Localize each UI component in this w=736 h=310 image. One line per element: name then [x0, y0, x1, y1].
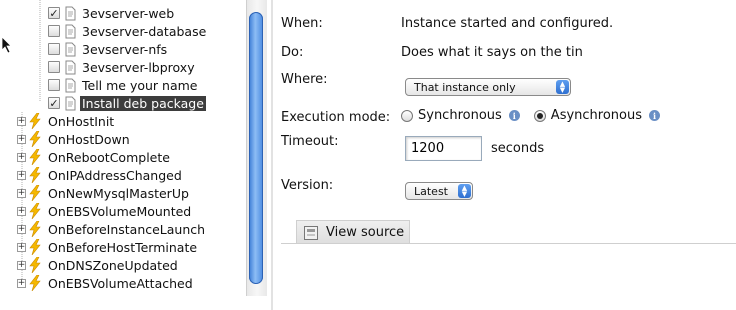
checkbox[interactable] [48, 25, 60, 37]
do-label: Do: [281, 45, 304, 60]
tree-item-label: Tell me your name [82, 77, 198, 93]
expand-icon[interactable]: + [17, 152, 26, 162]
tree-item-label: OnHostInit [48, 113, 115, 129]
execution-mode-group: Synchronous i Asynchronous i [401, 108, 660, 123]
tree-item-script[interactable]: 3evserver-database [48, 22, 208, 40]
tree-item-label: OnEBSVolumeAttached [48, 275, 193, 291]
info-icon[interactable]: i [649, 110, 660, 121]
checkbox[interactable]: ✓ [48, 97, 60, 109]
tree-item-event[interactable]: + OnEBSVolumeMounted [17, 202, 193, 220]
version-select-value: Latest [414, 184, 448, 198]
checkbox[interactable] [48, 61, 60, 73]
tree-item-script-selected[interactable]: ✓ Install deb package [48, 94, 206, 112]
tree-item-label: OnBeforeHostTerminate [48, 239, 198, 255]
view-source-label: View source [326, 225, 405, 240]
mouse-cursor-icon [1, 36, 12, 54]
tree-item-label: OnNewMysqlMasterUp [48, 185, 189, 201]
expand-icon[interactable]: + [17, 134, 26, 144]
tree-item-event[interactable]: + OnRebootComplete [17, 148, 172, 166]
do-value: Does what it says on the tin [401, 45, 583, 60]
expand-icon[interactable]: + [17, 242, 26, 252]
tree-item-script[interactable]: 3evserver-lbproxy [48, 58, 197, 76]
tree-item-event[interactable]: + OnBeforeInstanceLaunch [17, 220, 207, 238]
expand-icon[interactable]: + [17, 116, 26, 126]
radio-asynchronous-label: Asynchronous [550, 108, 642, 123]
execution-mode-label: Execution mode: [281, 110, 391, 125]
lightning-bolt-icon [29, 185, 41, 201]
tree-item-label: Install deb package [80, 95, 206, 111]
expand-icon[interactable]: + [17, 188, 26, 198]
info-icon[interactable]: i [508, 110, 520, 121]
lightning-bolt-icon [29, 203, 41, 219]
lightning-bolt-icon [29, 167, 41, 183]
lightning-bolt-icon [29, 221, 41, 237]
when-value: Instance started and configured. [401, 16, 614, 31]
tree-item-label: 3evserver-web [82, 5, 175, 21]
script-document-icon [65, 42, 76, 56]
expand-icon[interactable]: + [17, 206, 26, 216]
source-code-icon [304, 225, 318, 240]
checkbox[interactable] [48, 43, 60, 55]
lightning-bolt-icon [29, 239, 41, 255]
lightning-bolt-icon [29, 131, 41, 147]
tree-item-event[interactable]: + OnEBSVolumeAttached [17, 274, 195, 292]
radio-synchronous[interactable] [401, 109, 413, 122]
tab-divider [281, 243, 736, 244]
tree-item-script[interactable]: ✓ 3evserver-web [48, 4, 176, 22]
script-document-icon [65, 6, 76, 20]
tree-item-event[interactable]: + OnHostInit [17, 112, 116, 130]
tree-item-label: OnRebootComplete [48, 149, 170, 165]
script-document-icon [65, 60, 76, 74]
radio-synchronous-label: Synchronous [418, 108, 502, 123]
where-select-value: That instance only [414, 80, 516, 94]
script-tree: ✓ 3evserver-web 3evserver-database 3evse… [0, 0, 268, 310]
lightning-bolt-icon [29, 275, 41, 291]
tree-item-script[interactable]: 3evserver-nfs [48, 40, 169, 58]
expand-icon[interactable]: + [17, 170, 26, 180]
select-arrows-icon: ▲ ▼ [458, 184, 471, 198]
scrollbar-thumb[interactable] [249, 12, 263, 284]
lightning-bolt-icon [29, 257, 41, 273]
tree-item-label: 3evserver-database [82, 23, 207, 39]
lightning-bolt-icon [29, 149, 41, 165]
radio-asynchronous[interactable] [533, 109, 546, 122]
timeout-label: Timeout: [281, 134, 339, 149]
select-arrows-icon: ▲ ▼ [556, 80, 569, 94]
timeout-input[interactable] [405, 136, 482, 161]
tree-item-label: OnDNSZoneUpdated [48, 257, 178, 273]
view-source-tab[interactable]: View source [296, 220, 410, 244]
script-document-icon [65, 96, 76, 110]
expand-icon[interactable]: + [17, 278, 26, 288]
tree-item-label: 3evserver-lbproxy [82, 59, 195, 75]
checkbox[interactable] [48, 79, 60, 91]
version-label: Version: [281, 178, 334, 193]
tree-item-label: OnBeforeInstanceLaunch [48, 221, 206, 237]
tree-item-label: OnHostDown [48, 131, 130, 147]
when-label: When: [281, 16, 323, 31]
tree-item-script[interactable]: Tell me your name [48, 76, 200, 94]
script-document-icon [65, 24, 76, 38]
tree-item-label: OnIPAddressChanged [48, 167, 182, 183]
tree-item-event[interactable]: + OnHostDown [17, 130, 132, 148]
version-select[interactable]: Latest ▲ ▼ [405, 182, 473, 200]
timeout-unit: seconds [491, 141, 545, 156]
tree-item-label: 3evserver-nfs [82, 41, 168, 57]
tree-item-event[interactable]: + OnIPAddressChanged [17, 166, 184, 184]
where-label: Where: [281, 72, 328, 87]
tree-item-event[interactable]: + OnNewMysqlMasterUp [17, 184, 191, 202]
pane-divider[interactable] [271, 0, 273, 310]
tree-item-label: OnEBSVolumeMounted [48, 203, 192, 219]
checkbox[interactable]: ✓ [48, 7, 60, 19]
script-document-icon [65, 78, 76, 92]
tree-item-event[interactable]: + OnDNSZoneUpdated [17, 256, 180, 274]
tree-item-event[interactable]: + OnBeforeHostTerminate [17, 238, 199, 256]
where-select[interactable]: That instance only ▲ ▼ [405, 78, 571, 96]
expand-icon[interactable]: + [17, 224, 26, 234]
expand-icon[interactable]: + [17, 260, 26, 270]
lightning-bolt-icon [29, 113, 41, 129]
